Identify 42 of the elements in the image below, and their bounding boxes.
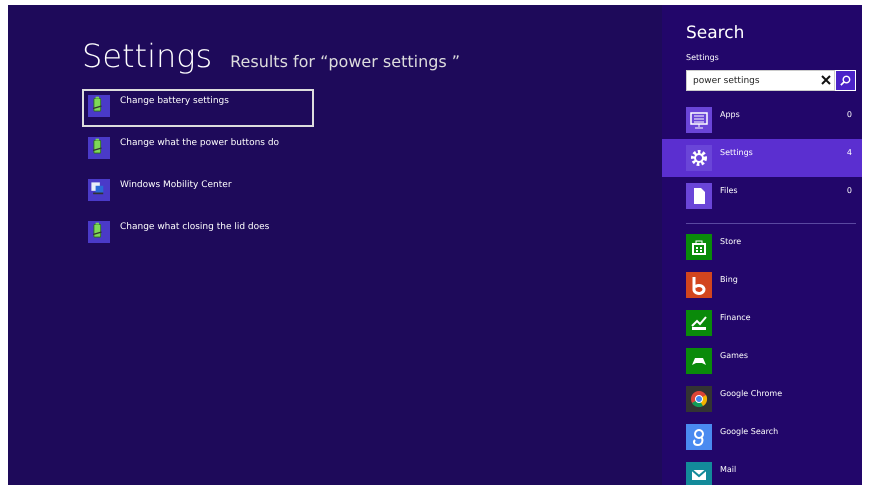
result-count: 0 — [846, 186, 852, 195]
app-name[interactable]: Google Chrome — [720, 389, 782, 424]
app-name[interactable]: Bing — [720, 275, 738, 310]
result-item[interactable]: Change what closing the lid does — [82, 215, 314, 253]
result-item[interactable]: Windows Mobility Center — [82, 173, 314, 211]
close-icon[interactable] — [819, 73, 833, 87]
search-field[interactable]: power settings — [686, 70, 835, 91]
app-tile-icon[interactable] — [686, 348, 712, 374]
monitor-icon — [686, 107, 712, 133]
app-tile-icon[interactable] — [686, 386, 712, 412]
scope-name: Files — [720, 186, 739, 195]
monitor-icon — [88, 179, 110, 201]
settings-icon — [686, 145, 712, 171]
scope-label: Settings — [686, 53, 720, 62]
search-icon — [839, 74, 852, 87]
page-title: Settings — [82, 37, 212, 75]
app-tile-icon[interactable] — [686, 310, 712, 336]
document-icon — [686, 183, 712, 209]
app-name[interactable]: Google Search — [720, 427, 778, 462]
battery-icon — [88, 137, 110, 159]
app-name[interactable]: Games — [720, 351, 748, 386]
app-tile-icon[interactable] — [686, 234, 712, 260]
scope-name: Settings — [720, 148, 754, 157]
result-count: 4 — [846, 148, 852, 157]
result-item[interactable]: Change battery settings — [82, 89, 314, 127]
scope-name: Apps — [720, 110, 741, 119]
battery-icon — [88, 221, 110, 243]
search-button[interactable] — [835, 70, 856, 91]
app-tile-icon[interactable] — [686, 462, 712, 485]
scope-item[interactable]: Apps 0 — [662, 101, 862, 139]
app-name[interactable]: Finance — [720, 313, 751, 348]
app-name[interactable]: Mail — [720, 465, 736, 485]
app-name[interactable]: Store — [720, 237, 742, 272]
results-heading: Results for “power settings ” — [230, 52, 460, 71]
result-count: 0 — [846, 110, 852, 119]
app-tile-icon[interactable] — [686, 272, 712, 298]
app-tile-icon[interactable] — [686, 424, 712, 450]
battery-icon — [88, 95, 110, 117]
result-item[interactable]: Change what the power buttons do — [82, 131, 314, 169]
pane-title: Search — [686, 23, 746, 43]
scope-item[interactable]: Settings 4 — [662, 139, 862, 177]
scope-item[interactable]: Files 0 — [662, 177, 862, 215]
